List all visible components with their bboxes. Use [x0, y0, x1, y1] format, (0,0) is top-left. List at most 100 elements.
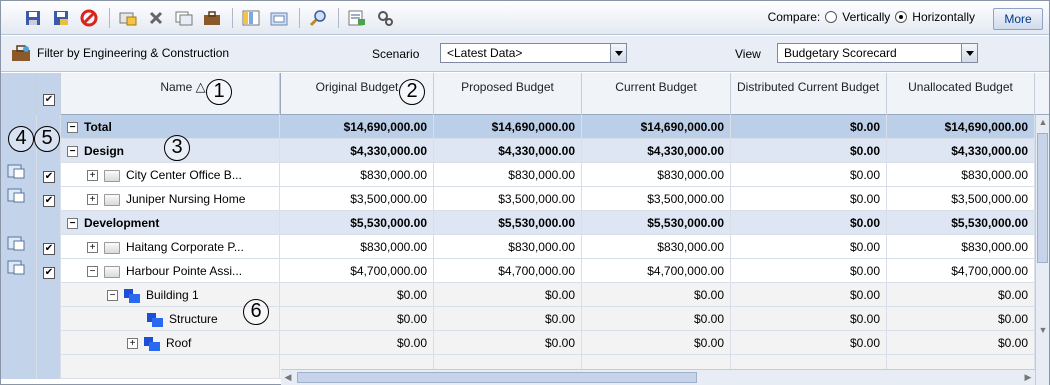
- collapse-icon[interactable]: −: [87, 266, 98, 278]
- delete-icon[interactable]: [146, 8, 166, 28]
- vertical-scrollbar[interactable]: ▲ ▼: [1035, 115, 1049, 385]
- header-proposed-budget[interactable]: Proposed Budget: [434, 73, 582, 115]
- cell-proposed[interactable]: $830,000.00: [434, 163, 582, 187]
- cell-unallocated[interactable]: $0.00: [887, 283, 1035, 307]
- cell-proposed[interactable]: $5,530,000.00: [434, 211, 582, 235]
- cell-unallocated[interactable]: $830,000.00: [887, 163, 1035, 187]
- view-select[interactable]: Budgetary Scorecard: [777, 43, 978, 63]
- row-name-cell[interactable]: + City Center Office B...: [81, 163, 280, 187]
- collapse-icon[interactable]: −: [67, 146, 78, 158]
- row-checkbox[interactable]: ✔: [43, 195, 55, 207]
- cell-original[interactable]: $0.00: [280, 307, 434, 331]
- cell-current[interactable]: $0.00: [582, 307, 731, 331]
- header-current-budget[interactable]: Current Budget: [582, 73, 731, 115]
- header-select-all[interactable]: ✔: [37, 73, 61, 115]
- expand-icon[interactable]: +: [87, 194, 98, 206]
- row-checkbox[interactable]: ✔: [43, 171, 55, 183]
- cell-current[interactable]: $3,500,000.00: [582, 187, 731, 211]
- cell-current[interactable]: $0.00: [582, 283, 731, 307]
- cell-original[interactable]: $830,000.00: [280, 235, 434, 259]
- row-checkbox[interactable]: ✔: [43, 243, 55, 255]
- vertically-radio[interactable]: [825, 11, 838, 23]
- cell-distributed[interactable]: $0.00: [731, 307, 887, 331]
- cell-original[interactable]: $3,500,000.00: [280, 187, 434, 211]
- row-name-cell[interactable]: − Harbour Pointe Assi...: [81, 259, 280, 283]
- vertical-scroll-thumb[interactable]: [1037, 133, 1048, 263]
- cell-proposed[interactable]: $0.00: [434, 331, 582, 355]
- cell-proposed[interactable]: $4,330,000.00: [434, 139, 582, 163]
- cell-unallocated[interactable]: $14,690,000.00: [887, 115, 1035, 139]
- cell-distributed[interactable]: $0.00: [731, 139, 887, 163]
- collapse-icon[interactable]: −: [107, 290, 118, 302]
- cell-distributed[interactable]: $0.00: [731, 259, 887, 283]
- cell-current[interactable]: $4,330,000.00: [582, 139, 731, 163]
- collapse-icon[interactable]: −: [67, 218, 78, 230]
- chevron-down-icon[interactable]: [610, 44, 626, 62]
- settings-icon[interactable]: [375, 8, 395, 28]
- cell-unallocated[interactable]: $0.00: [887, 331, 1035, 355]
- table-row[interactable]: ✔ − Harbour Pointe Assi... $4,700,000.00 $4,…: [1, 259, 1049, 283]
- cell-proposed[interactable]: $0.00: [434, 283, 582, 307]
- table-row[interactable]: − Development $5,530,000.00 $5,530,000.00 $5…: [1, 211, 1049, 235]
- cell-unallocated[interactable]: $4,330,000.00: [887, 139, 1035, 163]
- expand-icon[interactable]: +: [87, 170, 98, 182]
- cell-original[interactable]: $5,530,000.00: [280, 211, 434, 235]
- scroll-up-icon[interactable]: ▲: [1036, 115, 1049, 129]
- filter-button[interactable]: Filter by Engineering & Construction: [11, 44, 229, 62]
- project-icon[interactable]: [7, 163, 25, 179]
- cell-current[interactable]: $830,000.00: [582, 163, 731, 187]
- row-name-cell[interactable]: − Development: [61, 211, 280, 235]
- row-name-cell[interactable]: + Roof: [121, 331, 280, 355]
- cell-unallocated[interactable]: $5,530,000.00: [887, 211, 1035, 235]
- cell-proposed[interactable]: $0.00: [434, 307, 582, 331]
- export-icon[interactable]: [347, 8, 367, 28]
- cell-original[interactable]: $14,690,000.00: [280, 115, 434, 139]
- header-unallocated-budget[interactable]: Unallocated Budget: [887, 73, 1035, 115]
- table-row[interactable]: ✔ + Juniper Nursing Home $3,500,000.00 $3,50…: [1, 187, 1049, 211]
- find-icon[interactable]: [308, 8, 328, 28]
- cell-unallocated[interactable]: $830,000.00: [887, 235, 1035, 259]
- import-icon[interactable]: [269, 8, 289, 28]
- copy-icon[interactable]: [118, 8, 138, 28]
- cell-current[interactable]: $14,690,000.00: [582, 115, 731, 139]
- scroll-left-icon[interactable]: ◀: [281, 370, 295, 384]
- table-row[interactable]: − Design $4,330,000.00 $4,330,000.00 $4,330,…: [1, 139, 1049, 163]
- columns-icon[interactable]: [241, 8, 261, 28]
- cell-proposed[interactable]: $3,500,000.00: [434, 187, 582, 211]
- cell-current[interactable]: $0.00: [582, 331, 731, 355]
- row-name-cell[interactable]: + Juniper Nursing Home: [81, 187, 280, 211]
- select-all-checkbox[interactable]: ✔: [43, 94, 55, 106]
- save-as-icon[interactable]: [51, 8, 71, 28]
- horizontal-scrollbar[interactable]: ◀ ▶: [281, 369, 1035, 385]
- scenario-select[interactable]: <Latest Data>: [440, 43, 627, 63]
- cell-unallocated[interactable]: $3,500,000.00: [887, 187, 1035, 211]
- cell-unallocated[interactable]: $4,700,000.00: [887, 259, 1035, 283]
- collapse-icon[interactable]: −: [67, 122, 78, 134]
- row-checkbox[interactable]: ✔: [43, 267, 55, 279]
- table-row[interactable]: ✔ + City Center Office B... $830,000.00 $830…: [1, 163, 1049, 187]
- horizontally-radio[interactable]: [895, 11, 908, 23]
- more-button[interactable]: More: [993, 8, 1043, 30]
- table-row[interactable]: + Roof $0.00 $0.00 $0.00 $0.00 $0.00: [1, 331, 1049, 355]
- table-row[interactable]: − Total $14,690,000.00 $14,690,000.00 $14,69…: [1, 115, 1049, 139]
- cell-distributed[interactable]: $0.00: [731, 211, 887, 235]
- cell-original[interactable]: $0.00: [280, 331, 434, 355]
- cell-proposed[interactable]: $4,700,000.00: [434, 259, 582, 283]
- cell-proposed[interactable]: $14,690,000.00: [434, 115, 582, 139]
- header-distributed-budget[interactable]: Distributed Current Budget: [731, 73, 887, 115]
- expand-icon[interactable]: +: [127, 338, 138, 350]
- chevron-down-icon[interactable]: [961, 44, 977, 62]
- briefcase-icon[interactable]: [202, 8, 222, 28]
- scroll-right-icon[interactable]: ▶: [1021, 370, 1035, 384]
- row-name-cell[interactable]: [121, 355, 280, 379]
- sort-ascending-icon[interactable]: △: [196, 79, 206, 94]
- cell-distributed[interactable]: $0.00: [731, 187, 887, 211]
- horizontal-scroll-thumb[interactable]: [297, 372, 697, 383]
- expand-icon[interactable]: +: [87, 242, 98, 254]
- duplicate-icon[interactable]: [174, 8, 194, 28]
- project-icon[interactable]: [7, 235, 25, 251]
- header-name[interactable]: Name △: [61, 73, 280, 115]
- table-row[interactable]: − Building 1 $0.00 $0.00 $0.00 $0.00 $0.00: [1, 283, 1049, 307]
- row-name-cell[interactable]: + Haitang Corporate P...: [81, 235, 280, 259]
- cell-original[interactable]: $0.00: [280, 283, 434, 307]
